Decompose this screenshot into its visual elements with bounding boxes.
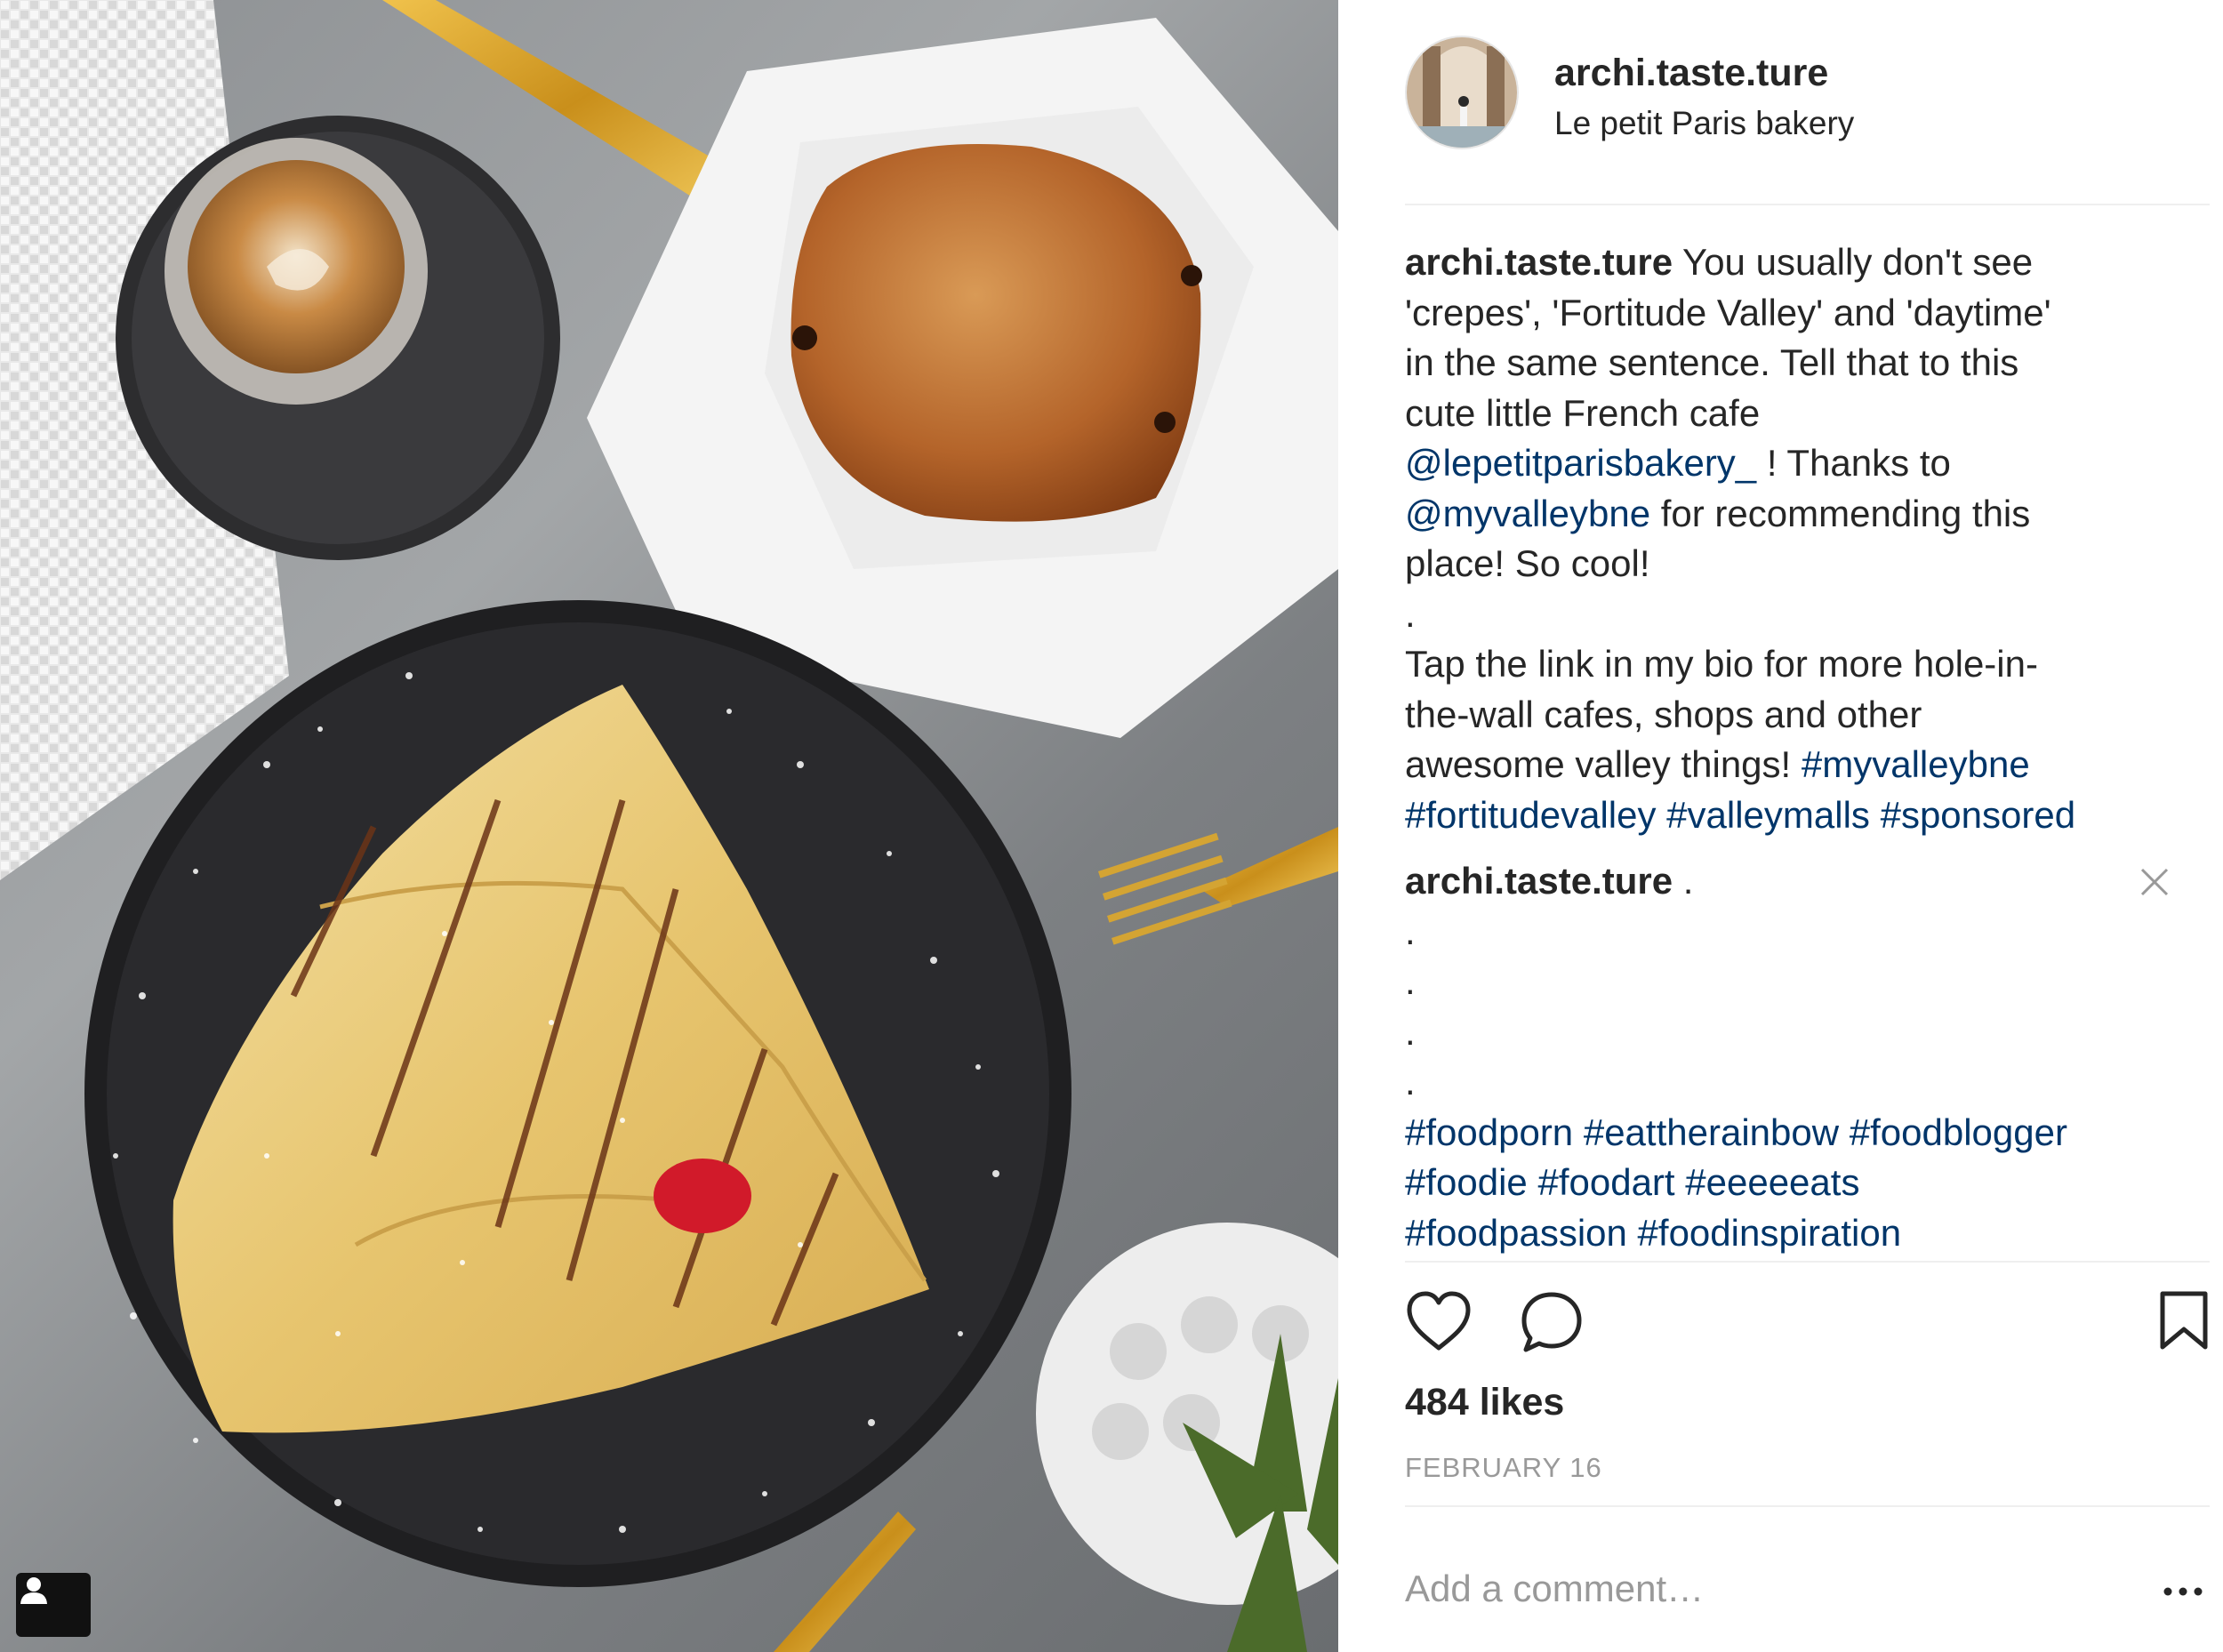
caption-text: You usually don't see xyxy=(1673,241,2034,283)
comment-line: . xyxy=(1405,910,1416,952)
add-comment-input[interactable] xyxy=(1405,1560,2081,1617)
strawberry xyxy=(654,1159,751,1233)
post-photo[interactable] xyxy=(0,0,1338,1652)
user-icon xyxy=(20,1577,47,1604)
hashtag-link[interactable]: #myvalleybne xyxy=(1802,743,2030,785)
header-divider xyxy=(1405,204,2210,205)
header-username[interactable]: archi.taste.ture xyxy=(1554,52,1828,95)
more-dots-icon xyxy=(2163,1587,2203,1596)
likes-count[interactable]: 484 likes xyxy=(1405,1381,1564,1424)
more-options-button[interactable] xyxy=(2156,1574,2210,1609)
hashtag-link[interactable]: #sponsored xyxy=(1881,794,2076,836)
caption-text: awesome valley things! xyxy=(1405,743,1802,785)
hashtag-link[interactable]: #foodart xyxy=(1537,1161,1674,1203)
hashtag-link[interactable]: #foodinspiration xyxy=(1638,1212,1902,1254)
caption-line: . xyxy=(1405,592,1416,635)
food-photo-illustration xyxy=(0,0,1338,1652)
post-details-panel: archi.taste.ture Le petit Paris bakery a… xyxy=(1338,0,2223,1652)
pain-au-chocolat xyxy=(790,144,1201,522)
hashtag-link[interactable]: #eattherainbow xyxy=(1584,1111,1839,1153)
hashtag-link[interactable]: #foodblogger xyxy=(1850,1111,2067,1153)
comment-username[interactable]: archi.taste.ture xyxy=(1405,860,1673,902)
caption-line: cute little French cafe xyxy=(1405,391,1761,434)
caption-text: ! Thanks to xyxy=(1756,442,1951,484)
caption-line: in the same sentence. Tell that to this xyxy=(1405,341,2019,383)
comments-section: archi.taste.ture You usually don't see '… xyxy=(1405,237,2187,1258)
header-location[interactable]: Le petit Paris bakery xyxy=(1554,105,1854,142)
comments-divider xyxy=(1405,1261,2210,1263)
bookmark-icon[interactable] xyxy=(2158,1289,2210,1351)
hashtag-link[interactable]: #foodie xyxy=(1405,1161,1528,1203)
tagged-users-button[interactable] xyxy=(16,1573,91,1637)
hashtag-link[interactable]: #eeeeeats xyxy=(1685,1161,1859,1203)
post-header: archi.taste.ture Le petit Paris bakery xyxy=(1405,36,2152,169)
mention-link[interactable]: @myvalleybne xyxy=(1405,493,1650,534)
comment-text: . xyxy=(1673,860,1694,902)
close-icon[interactable] xyxy=(2139,867,2170,897)
hashtag-link[interactable]: #foodporn xyxy=(1405,1111,1573,1153)
fork xyxy=(1200,827,1338,907)
caption-line: Tap the link in my bio for more hole-in- xyxy=(1405,643,2038,685)
comment-line: . xyxy=(1405,960,1416,1002)
caption-text: for recommending this xyxy=(1650,492,2031,534)
footer-divider xyxy=(1405,1505,2210,1507)
hashtag-link[interactable]: #foodpassion xyxy=(1405,1212,1627,1254)
comment-line: . xyxy=(1405,1010,1416,1053)
hashtag-link[interactable]: #fortitudevalley xyxy=(1405,794,1657,836)
caption-username[interactable]: archi.taste.ture xyxy=(1405,241,1673,283)
post-date[interactable]: FEBRUARY 16 xyxy=(1405,1452,1602,1484)
comment-bubble-icon[interactable] xyxy=(1519,1289,1585,1355)
caption-line: 'crepes', 'Fortitude Valley' and 'daytim… xyxy=(1405,291,2051,333)
action-bar xyxy=(1405,1289,2210,1360)
caption-line: place! So cool! xyxy=(1405,542,1650,584)
comment-line: . xyxy=(1405,1061,1416,1103)
avatar-image xyxy=(1407,37,1517,148)
mention-link[interactable]: @lepetitparisbakery_ xyxy=(1405,442,1756,484)
caption-line: the-wall cafes, shops and other xyxy=(1405,693,1922,735)
avatar[interactable] xyxy=(1405,36,1519,149)
hashtag-link[interactable]: #valleymalls xyxy=(1666,794,1870,836)
caption: archi.taste.ture You usually don't see '… xyxy=(1405,237,2187,840)
comment-item: archi.taste.ture . . . . . #foodporn #ea… xyxy=(1405,856,2187,1258)
heart-icon[interactable] xyxy=(1405,1289,1473,1353)
